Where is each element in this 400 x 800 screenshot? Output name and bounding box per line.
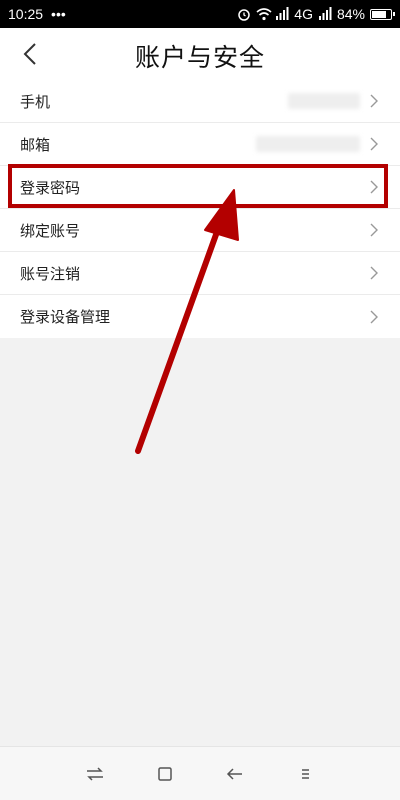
switch-apps-button[interactable] [81, 760, 109, 788]
status-time: 10:25 [8, 6, 44, 22]
wifi-icon [256, 7, 272, 21]
chevron-right-icon [370, 265, 380, 281]
signal-icon-2 [318, 7, 332, 21]
switch-apps-icon [87, 766, 103, 781]
home-button[interactable] [151, 760, 179, 788]
menu-icon [302, 768, 309, 779]
menu-item-email[interactable]: 邮箱 [0, 123, 400, 166]
menu-nav-button[interactable] [291, 760, 319, 788]
status-bar: 10:25 ••• 4G 84% [0, 0, 400, 28]
menu-item-label: 绑定账号 [20, 221, 81, 240]
back-nav-button[interactable] [221, 760, 249, 788]
app-header: 账户与安全 [0, 28, 400, 80]
signal-icon [275, 7, 289, 21]
settings-menu-list: 手机 邮箱 登录密码 绑定账号 账号注销 登录设备管理 [0, 80, 400, 338]
back-icon [226, 767, 242, 780]
battery-percent: 84% [336, 6, 365, 22]
battery-fill [372, 10, 387, 18]
menu-item-label: 手机 [20, 92, 51, 111]
menu-item-cancel-account[interactable]: 账号注销 [0, 252, 400, 295]
page-title: 账户与安全 [134, 43, 265, 72]
status-more-dots: ••• [51, 6, 66, 22]
chevron-right-icon [370, 222, 380, 238]
chevron-right-icon [370, 93, 380, 109]
system-nav-bar [0, 746, 400, 800]
menu-item-device-management[interactable]: 登录设备管理 [0, 295, 400, 338]
alarm-icon [237, 7, 251, 21]
menu-item-label: 邮箱 [20, 135, 51, 154]
chevron-right-icon [370, 136, 380, 152]
menu-item-bind-account[interactable]: 绑定账号 [0, 209, 400, 252]
email-value-blurred [256, 136, 360, 152]
phone-value-blurred [288, 93, 360, 109]
menu-item-label: 登录设备管理 [20, 308, 111, 326]
battery-icon [370, 8, 395, 20]
menu-item-label: 账号注销 [20, 264, 81, 283]
home-icon [158, 766, 172, 781]
network-type: 4G [294, 6, 313, 22]
highlight-annotation-box [8, 164, 388, 208]
menu-item-phone[interactable]: 手机 [0, 80, 400, 123]
chevron-right-icon [370, 309, 380, 325]
